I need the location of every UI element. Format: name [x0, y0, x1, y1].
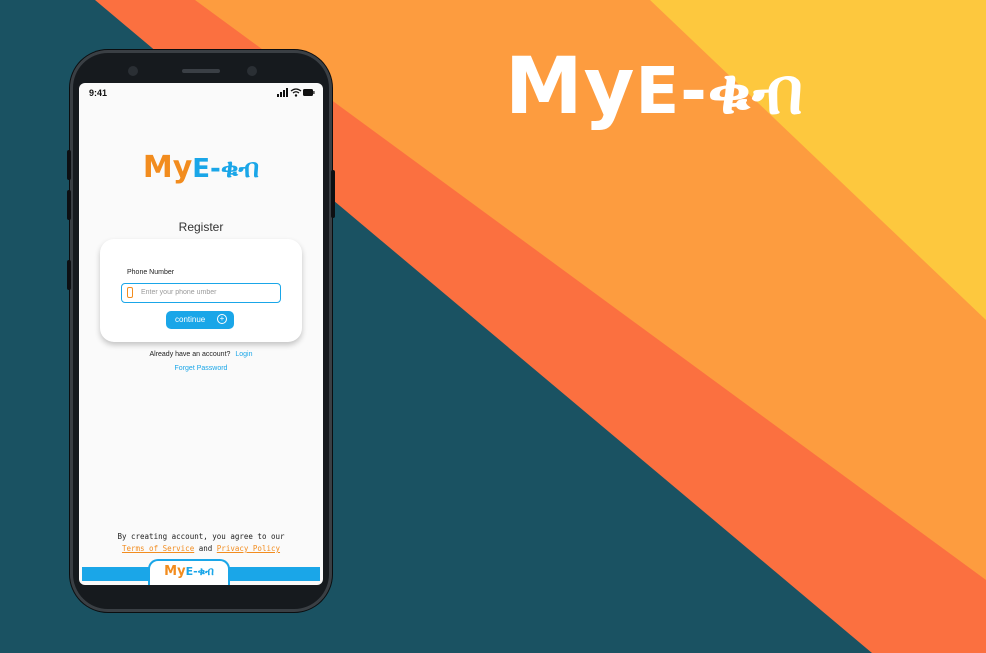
front-camera-icon	[128, 66, 138, 76]
phone-number-label: Phone Number	[127, 269, 175, 276]
volume-down-button	[67, 190, 71, 220]
power-button	[331, 170, 335, 218]
bottom-logo-tab: MyE-ቁብ	[148, 559, 230, 585]
volume-up-button	[67, 150, 71, 180]
privacy-policy-link[interactable]: Privacy Policy	[217, 544, 280, 553]
continue-button[interactable]: continue +	[166, 311, 234, 329]
terms-of-service-link[interactable]: Terms of Service	[122, 544, 194, 553]
brand-logo: MyE-ቁብ	[505, 42, 805, 132]
forget-password-link[interactable]: Forget Password	[79, 365, 323, 372]
signal-icon	[277, 88, 288, 97]
phone-number-field[interactable]	[121, 283, 281, 303]
register-card: Phone Number continue +	[100, 239, 302, 342]
speaker-grille	[182, 69, 220, 73]
terms-links-line: Terms of Service and Privacy Policy	[79, 544, 323, 553]
phone-number-input[interactable]	[141, 286, 275, 299]
phone-screen: 9:41 MyE-ቁብ Register Phone Number Enter …	[79, 83, 323, 585]
login-link[interactable]: Login	[235, 351, 252, 358]
app-logo: MyE-ቁብ	[142, 150, 260, 185]
plus-circle-icon: +	[217, 314, 227, 324]
wifi-icon	[290, 88, 302, 97]
phone-icon	[127, 287, 133, 298]
sensor-icon	[247, 66, 257, 76]
terms-and-text: and	[198, 544, 213, 553]
have-account-line: Already have an account? Login	[79, 351, 323, 358]
continue-label: continue	[175, 315, 206, 324]
side-key	[67, 260, 71, 290]
register-title: Register	[178, 220, 224, 234]
battery-icon	[303, 89, 315, 96]
phone-mockup: 9:41 MyE-ቁብ Register Phone Number Enter …	[67, 50, 335, 612]
have-account-text: Already have an account?	[149, 351, 231, 358]
status-icons	[277, 88, 315, 97]
status-time: 9:41	[89, 88, 108, 98]
status-bar: 9:41	[79, 83, 323, 103]
terms-intro: By creating account, you agree to our	[117, 532, 285, 541]
